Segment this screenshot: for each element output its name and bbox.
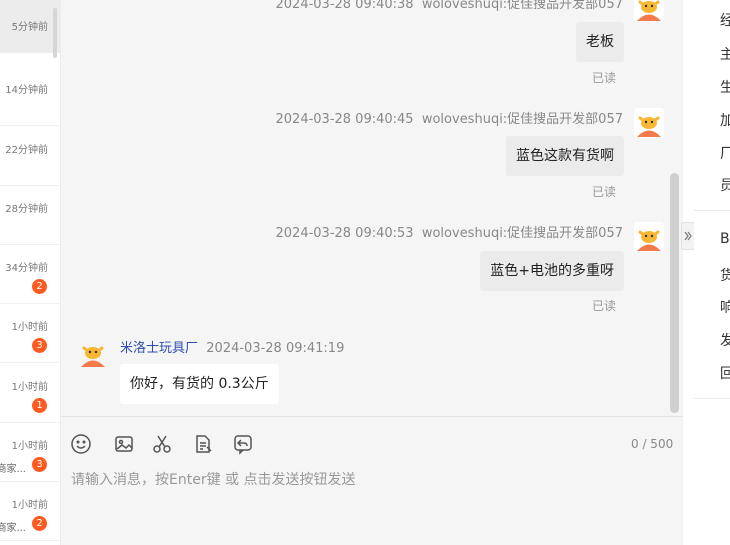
conversation-list-scrollbar[interactable]: [53, 8, 57, 58]
conversation-item[interactable]: 1小时前 商家... 2: [0, 482, 60, 541]
unread-badge: 1: [32, 398, 47, 413]
conversation-item[interactable]: 1小时前 商家... 3: [0, 423, 60, 482]
seller-avatar-icon: [634, 108, 664, 138]
conversation-time: 34分钟前: [5, 263, 48, 274]
conversation-item[interactable]: 1小时前 1: [0, 364, 60, 423]
info-label: 员: [720, 178, 730, 194]
conversation-time: 22分钟前: [5, 145, 48, 156]
message-bubble: 蓝色+电池的多重呀: [480, 251, 624, 291]
message-bubble: 老板: [576, 22, 624, 62]
recall-icon[interactable]: [232, 433, 254, 455]
info-label: 回: [720, 366, 730, 382]
seller-avatar-icon: [634, 0, 664, 22]
read-status: 已读: [591, 299, 616, 313]
message-meta: 2024-03-28 09:40:38 woloveshuqi:促佳搜品开发部0…: [276, 0, 624, 12]
info-label: 生: [720, 80, 730, 96]
conversation-item[interactable]: 14分钟前: [0, 67, 60, 126]
conversation-time: 1小时前: [11, 441, 48, 452]
conversation-time: 1小时前: [11, 500, 48, 511]
message-sender: woloveshuqi:促佳搜品开发部057: [421, 112, 623, 127]
info-label: 响: [720, 300, 730, 316]
read-status: 已读: [591, 71, 616, 85]
message-composer: 0 / 500 请输入消息，按Enter键 或 点击发送按钮发送: [61, 416, 683, 545]
chat-scrollbar[interactable]: [670, 173, 679, 413]
info-panel: 经 主 生 加 厂 员 B 货 响 发 回: [694, 0, 730, 545]
message-bubble: 你好，有货的 0.3公斤: [120, 364, 279, 404]
character-counter: 0 / 500: [631, 437, 674, 451]
message-sender: woloveshuqi:促佳搜品开发部057: [421, 226, 623, 241]
conversation-time: 1小时前: [11, 322, 48, 333]
message-timestamp: 2024-03-28 09:40:38: [275, 0, 414, 12]
conversation-item[interactable]: 1小时前 3: [0, 304, 60, 363]
conversation-item[interactable]: 28分钟前: [0, 186, 60, 245]
unread-badge: 3: [32, 457, 47, 472]
conversation-list: 5分钟前 14分钟前 22分钟前 28分钟前 34分钟前 2 1小时前 3 1小…: [0, 0, 61, 545]
conversation-time: 1小时前: [11, 382, 48, 393]
conversation-preview: 商家...: [0, 523, 26, 534]
conversation-time: 28分钟前: [5, 204, 48, 215]
message-sender: 米洛士玩具厂: [120, 341, 199, 356]
unread-badge: 3: [32, 338, 47, 353]
read-status: 已读: [591, 185, 616, 199]
conversation-item[interactable]: 34分钟前 2: [0, 245, 60, 304]
info-label: 主: [720, 47, 730, 63]
info-label: 货: [720, 268, 730, 284]
buyer-avatar-icon: [78, 338, 108, 368]
message-sender: woloveshuqi:促佳搜品开发部057: [421, 0, 623, 12]
message-meta: 米洛士玩具厂 2024-03-28 09:41:19: [120, 337, 344, 356]
conversation-item[interactable]: 5分钟前: [0, 0, 60, 53]
quick-reply-icon[interactable]: [192, 433, 214, 455]
divider: [694, 398, 730, 399]
chat-history: 2024-03-28 09:40:38 woloveshuqi:促佳搜品开发部0…: [61, 0, 683, 416]
message-timestamp: 2024-03-28 09:41:19: [206, 341, 345, 356]
unread-badge: 2: [32, 516, 47, 531]
double-chevron-right-icon: [684, 231, 692, 241]
seller-avatar-icon: [634, 222, 664, 252]
message-meta: 2024-03-28 09:40:53 woloveshuqi:促佳搜品开发部0…: [276, 222, 624, 241]
message-timestamp: 2024-03-28 09:40:45: [275, 112, 414, 127]
emoji-icon[interactable]: [70, 433, 92, 455]
info-label: 经: [720, 13, 730, 29]
conversation-item[interactable]: 22分钟前: [0, 127, 60, 186]
unread-badge: 2: [32, 279, 47, 294]
message-meta: 2024-03-28 09:40:45 woloveshuqi:促佳搜品开发部0…: [276, 108, 624, 127]
image-icon[interactable]: [113, 433, 135, 455]
info-label: 发: [720, 333, 730, 349]
message-timestamp: 2024-03-28 09:40:53: [275, 226, 414, 241]
info-label: 厂: [720, 146, 730, 162]
message-input[interactable]: 请输入消息，按Enter键 或 点击发送按钮发送: [71, 469, 355, 489]
conversation-time: 5分钟前: [11, 22, 48, 33]
collapse-panel-button[interactable]: [681, 222, 695, 250]
scissors-icon[interactable]: [151, 433, 173, 455]
conversation-time: 14分钟前: [5, 85, 48, 96]
info-label: 加: [720, 113, 730, 129]
info-label: B: [720, 231, 730, 247]
conversation-preview: 商家...: [0, 464, 26, 475]
divider: [694, 210, 730, 211]
message-bubble: 蓝色这款有货啊: [506, 136, 624, 176]
